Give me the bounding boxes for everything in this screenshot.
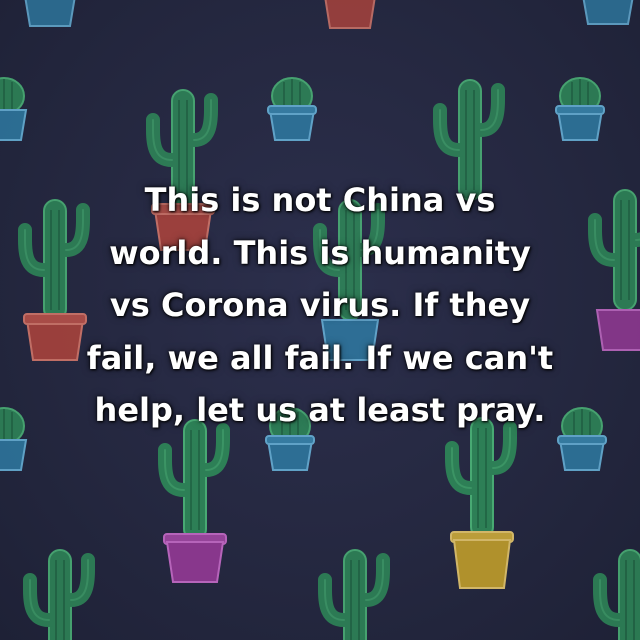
quote-line: help, let us at least pray.: [94, 391, 546, 429]
meme-image: This is not China vs world. This is huma…: [0, 0, 640, 640]
quote-line: vs Corona virus. If they: [109, 286, 531, 324]
quote-line: fail, we all fail. If we can't: [86, 338, 554, 377]
quote-text: This is not China vs world. This is huma…: [0, 174, 640, 437]
quote-line: This is not China vs: [144, 181, 496, 219]
quote-line: world. This is humanity: [109, 233, 531, 272]
